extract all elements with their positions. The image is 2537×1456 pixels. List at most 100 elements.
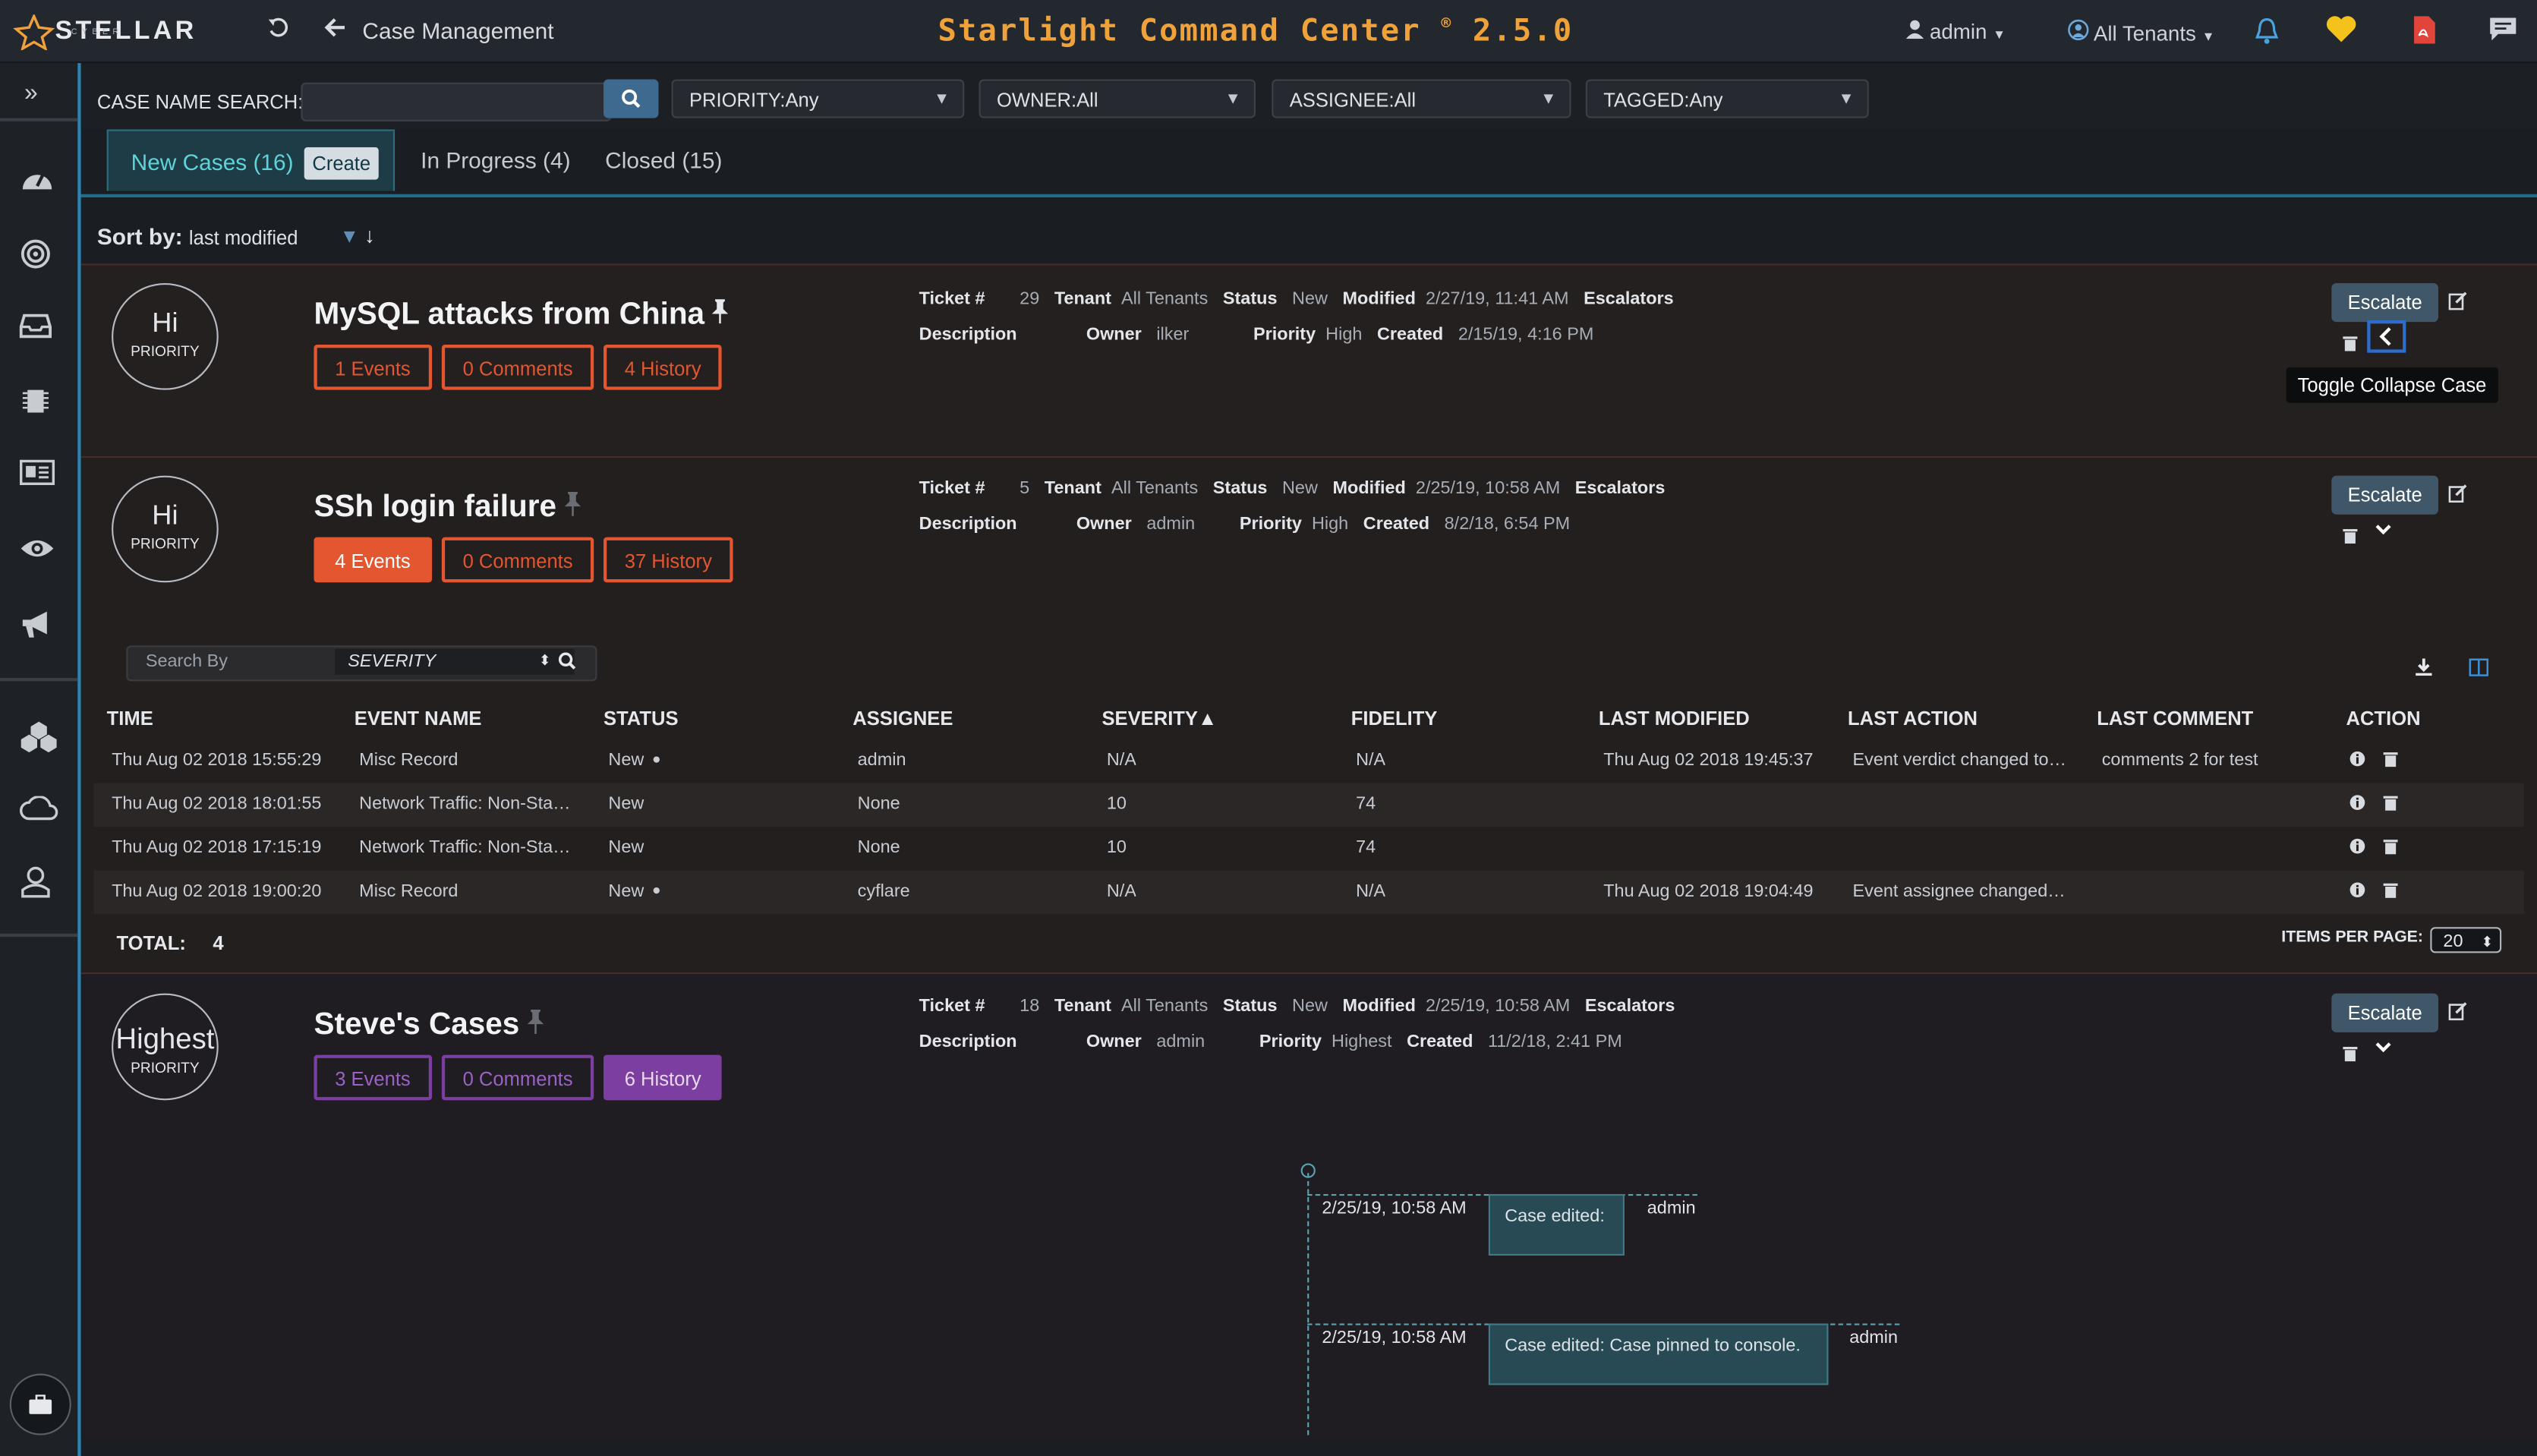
tenant-menu[interactable]: All Tenants ▼ [2068,19,2214,46]
heart-icon[interactable] [2325,14,2358,52]
assignee-filter[interactable]: ASSIGNEE:All ▼ [1272,79,1571,118]
priority-level: Highest [115,1023,215,1055]
trash-icon[interactable] [2383,751,2398,772]
events-button[interactable]: 3 Events [314,1054,432,1101]
target-icon[interactable] [20,238,58,270]
column-header[interactable]: LAST COMMENT [2097,707,2253,730]
info-icon[interactable] [2349,838,2365,859]
bell-icon[interactable] [2254,16,2280,53]
search-button[interactable] [604,79,659,118]
chip-icon[interactable] [20,385,58,418]
comments-button[interactable]: 0 Comments [441,1054,594,1101]
pin-icon[interactable] [711,298,731,332]
inbox-icon[interactable] [19,312,58,345]
search-icon[interactable] [558,652,576,675]
priority-filter[interactable]: PRIORITY:Any ▼ [671,79,965,118]
download-icon[interactable] [2414,655,2434,684]
cloud-icon[interactable] [20,795,58,829]
column-header[interactable]: LAST ACTION [1848,707,1978,730]
cubes-icon[interactable] [20,720,58,753]
timeline-time: 2/25/19, 10:58 AM [1322,1199,1467,1218]
tab-in-progress[interactable]: In Progress (4) [421,130,570,191]
column-header[interactable]: STATUS [604,707,679,730]
sort-control[interactable]: Sort by: last modified [97,223,298,249]
comments-button[interactable]: 0 Comments [441,344,594,390]
ticket-label: Ticket # [919,996,985,1016]
user-profile-icon[interactable] [20,865,58,898]
trash-icon[interactable] [2383,838,2398,859]
escalate-button[interactable]: Escalate [2331,993,2439,1032]
modified-value: 2/25/19, 10:58 AM [1415,478,1561,499]
dashboard-icon[interactable] [20,163,58,196]
comments-button[interactable]: 0 Comments [441,537,594,583]
column-header[interactable]: SEVERITY▲ [1101,707,1217,730]
column-header[interactable]: TIME [107,707,153,730]
chat-icon[interactable] [2488,16,2517,50]
case-name-search-input[interactable] [301,82,612,121]
info-icon[interactable] [2349,751,2365,772]
event-status: New [608,794,644,815]
owner-filter-value: OWNER:All [996,89,1098,112]
top-bar: STELLAR CYBER Case Management Starlight … [0,0,2537,64]
table-row[interactable]: Thu Aug 02 2018 17:15:19 Network Traffic:… [94,827,2524,871]
history-button[interactable]: 6 History [604,1054,723,1101]
pin-icon[interactable] [526,1008,546,1042]
eye-icon[interactable] [20,535,58,568]
events-search-bar[interactable]: Search By SEVERITY ⬍ [126,645,597,682]
event-assignee: admin [857,750,906,771]
sort-direction-icon[interactable]: ▼ ↓ [340,223,375,247]
event-name: Misc Record [359,881,459,902]
trash-icon[interactable] [2383,882,2398,903]
trash-icon[interactable] [2343,330,2358,359]
trash-icon[interactable] [2383,795,2398,816]
tagged-filter[interactable]: TAGGED:Any ▼ [1585,79,1869,118]
table-row[interactable]: Thu Aug 02 2018 18:01:55 Network Traffic:… [93,783,2524,827]
edit-icon[interactable] [2448,290,2468,319]
info-icon[interactable] [2349,882,2365,903]
column-header[interactable]: FIDELITY [1351,707,1438,730]
trash-icon[interactable] [2343,1040,2358,1069]
escalators-label: Escalators [1574,478,1666,499]
columns-icon[interactable] [2469,655,2489,684]
history-button[interactable]: 4 History [604,344,723,390]
tab-closed[interactable]: Closed (15) [605,130,722,191]
table-row[interactable]: Thu Aug 02 2018 19:00:20 Misc Record New ● c… [93,870,2524,915]
create-case-button[interactable]: Create [304,147,379,180]
escalate-button[interactable]: Escalate [2331,282,2439,323]
table-row[interactable]: Thu Aug 02 2018 15:55:29 Misc Record New ● a… [94,739,2524,783]
info-icon[interactable] [2349,795,2365,816]
events-button[interactable]: 1 Events [314,344,432,390]
edit-icon[interactable] [2448,1000,2468,1029]
column-header[interactable]: ASSIGNEE [852,707,953,730]
priority-value: High [1325,325,1363,345]
total-label: TOTAL: [116,931,186,955]
pin-icon[interactable] [563,490,583,525]
case-info-row-2: Description Owner admin Priority High Cr… [919,515,1571,534]
case-title[interactable]: Steve's Cases [314,1008,545,1044]
expand-chevron-icon[interactable] [2367,1031,2406,1064]
briefcase-button[interactable] [9,1373,71,1436]
column-header[interactable]: LAST MODIFIED [1599,707,1750,730]
news-icon[interactable] [20,459,58,492]
megaphone-icon[interactable] [20,610,58,643]
trash-icon[interactable] [2343,522,2358,551]
user-menu[interactable]: admin ▼ [1905,20,2006,44]
modified-label: Modified [1332,478,1406,499]
pdf-icon[interactable] [2413,14,2437,53]
tenant-label: Tenant [1044,478,1101,499]
events-button[interactable]: 4 Events [314,537,432,583]
collapse-chevron-icon[interactable] [2367,320,2406,353]
expand-sidebar-icon[interactable]: » [24,79,38,106]
case-title[interactable]: MySQL attacks from China [314,298,730,333]
column-header[interactable]: EVENT NAME [355,707,482,730]
items-per-page-select[interactable]: 20 ⬍ [2430,927,2502,953]
edit-icon[interactable] [2448,482,2468,511]
escalate-button[interactable]: Escalate [2331,475,2439,515]
tab-new-cases-label: New Cases (16) [131,149,294,175]
case-title[interactable]: SSh login failure [314,490,582,526]
tab-new-cases[interactable]: New Cases (16) Create [106,129,396,191]
owner-filter[interactable]: OWNER:All ▼ [979,79,1256,118]
expand-chevron-icon[interactable] [2367,513,2406,546]
history-button[interactable]: 37 History [604,537,733,583]
description-label: Description [919,1032,1017,1052]
